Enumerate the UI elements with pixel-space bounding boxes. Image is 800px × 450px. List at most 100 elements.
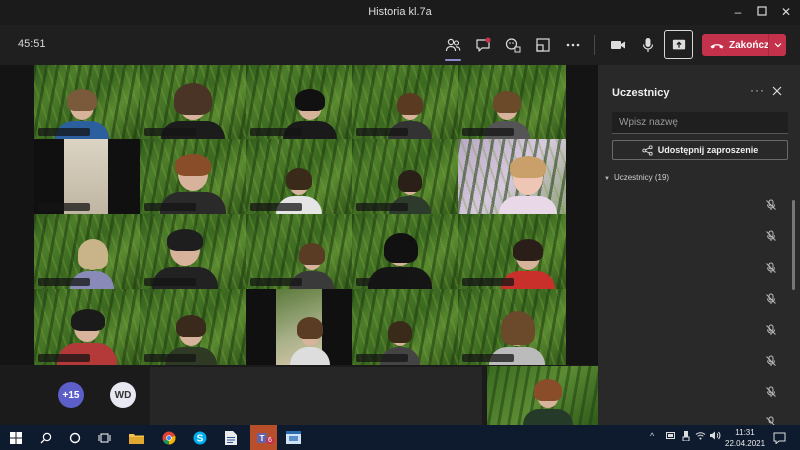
mic-muted-icon (765, 261, 777, 273)
photo-app-icon[interactable] (285, 429, 302, 446)
windows-start-icon[interactable] (7, 429, 24, 446)
participant-name-tag (250, 278, 302, 286)
participants-section-header[interactable]: ▼ Uczestnicy (19) (604, 173, 669, 182)
toolbar-divider (594, 35, 595, 55)
battery-icon[interactable] (666, 431, 676, 442)
participant-name-tag (356, 128, 408, 136)
video-tile[interactable] (34, 214, 140, 289)
close-panel-icon[interactable] (771, 84, 785, 98)
self-view-video[interactable] (487, 366, 598, 425)
share-screen-icon (672, 39, 685, 49)
video-tile[interactable] (246, 65, 352, 139)
usb-icon[interactable] (681, 431, 691, 443)
video-tile[interactable] (352, 289, 458, 365)
video-tile[interactable] (34, 139, 140, 214)
windows-taskbar: S T 6 ^ 11:31 22.04.2021 (0, 425, 800, 450)
mic-muted-icon (765, 323, 777, 335)
panel-more-icon[interactable]: ··· (750, 83, 765, 97)
meeting-toolbar: 45:51 Zakończ (0, 25, 800, 65)
participant-name-tag (356, 203, 408, 211)
video-grid (34, 65, 566, 365)
participant-search-input[interactable] (612, 112, 788, 134)
maximize-icon[interactable] (754, 4, 770, 20)
share-invite-button[interactable]: Udostępnij zaproszenie (612, 140, 788, 160)
share-icon (642, 144, 653, 156)
window-title: Historia kl.7a (368, 6, 432, 18)
video-tile[interactable] (246, 214, 352, 289)
video-tile[interactable] (458, 65, 566, 139)
participant-name-tag (38, 128, 90, 136)
mic-muted-icon (765, 292, 777, 304)
video-tile[interactable] (352, 65, 458, 139)
video-tile[interactable] (34, 289, 140, 365)
participant-name-tag (356, 278, 408, 286)
video-tile[interactable] (34, 65, 140, 139)
participant-name-tag (462, 128, 514, 136)
camera-icon[interactable] (606, 33, 630, 57)
video-tile[interactable] (352, 139, 458, 214)
video-tile[interactable] (140, 139, 246, 214)
meeting-timer: 45:51 (18, 38, 46, 50)
video-tile[interactable] (458, 214, 566, 289)
more-options-icon[interactable] (561, 33, 585, 57)
content-strip (150, 367, 482, 425)
overflow-count-avatar[interactable]: +15 (58, 382, 84, 408)
end-call-options-chevron-icon[interactable] (768, 34, 786, 56)
minimize-icon[interactable]: – (730, 4, 746, 20)
clock-date: 22.04.2021 (725, 439, 766, 448)
participant-avatar[interactable]: WD (110, 382, 136, 408)
tray-chevron-up-icon[interactable]: ^ (650, 431, 654, 441)
phone-hangup-icon (710, 44, 724, 49)
participant-name-tag (144, 278, 196, 286)
end-call-label: Zakończ (729, 39, 770, 51)
participant-name-tag (462, 354, 514, 362)
video-tile[interactable] (140, 65, 246, 139)
video-tile[interactable] (352, 214, 458, 289)
cortana-icon[interactable] (66, 429, 83, 446)
panel-scrollbar[interactable] (792, 200, 795, 290)
notifications-icon[interactable] (771, 429, 788, 446)
participant-name-tag (356, 354, 408, 362)
video-tile[interactable] (458, 289, 566, 365)
skype-icon[interactable]: S (191, 429, 208, 446)
participants-panel: Uczestnicy ··· Udostępnij zaproszenie ▼U… (598, 65, 800, 425)
invite-label: Udostępnij zaproszenie (657, 145, 759, 155)
teams-notification-badge: 6 (266, 437, 274, 444)
document-viewer-icon[interactable] (222, 429, 239, 446)
participant-name-tag (462, 278, 514, 286)
mic-muted-icon (765, 198, 777, 210)
overflow-participants-strip: +15 WD (0, 365, 598, 425)
participant-name-tag (144, 203, 196, 211)
video-tile[interactable] (140, 289, 246, 365)
mic-muted-icon (765, 229, 777, 241)
rooms-icon[interactable] (531, 33, 555, 57)
end-call-button[interactable]: Zakończ (702, 34, 786, 56)
taskbar-clock[interactable]: 11:31 22.04.2021 (725, 427, 765, 449)
mic-muted-icon (765, 415, 777, 425)
search-icon[interactable] (37, 429, 54, 446)
video-stage (0, 65, 598, 365)
chrome-icon[interactable] (160, 429, 177, 446)
participant-name-tag (144, 354, 196, 362)
share-screen-button[interactable] (664, 30, 693, 59)
title-bar: Historia kl.7a – ✕ (0, 0, 800, 25)
microphone-icon[interactable] (636, 33, 660, 57)
video-tile[interactable] (246, 289, 352, 365)
people-icon[interactable] (441, 33, 465, 61)
teams-taskbar-button[interactable]: T 6 (250, 425, 277, 450)
section-label: Uczestnicy (19) (613, 173, 670, 182)
participant-name-tag (38, 354, 90, 362)
video-tile[interactable] (140, 214, 246, 289)
video-tile[interactable] (458, 139, 566, 214)
file-explorer-icon[interactable] (128, 429, 145, 446)
reactions-icon[interactable] (501, 33, 525, 57)
wifi-icon[interactable] (695, 431, 706, 442)
task-view-icon[interactable] (96, 429, 113, 446)
teams-meeting-window: Historia kl.7a – ✕ 45:51 Zakończ +15 WD … (0, 0, 800, 450)
chat-icon[interactable] (471, 33, 495, 57)
participant-name-tag (144, 128, 196, 136)
volume-icon[interactable] (710, 431, 721, 442)
video-tile[interactable] (246, 139, 352, 214)
caret-down-icon: ▼ (604, 176, 610, 182)
close-window-icon[interactable]: ✕ (778, 4, 794, 20)
